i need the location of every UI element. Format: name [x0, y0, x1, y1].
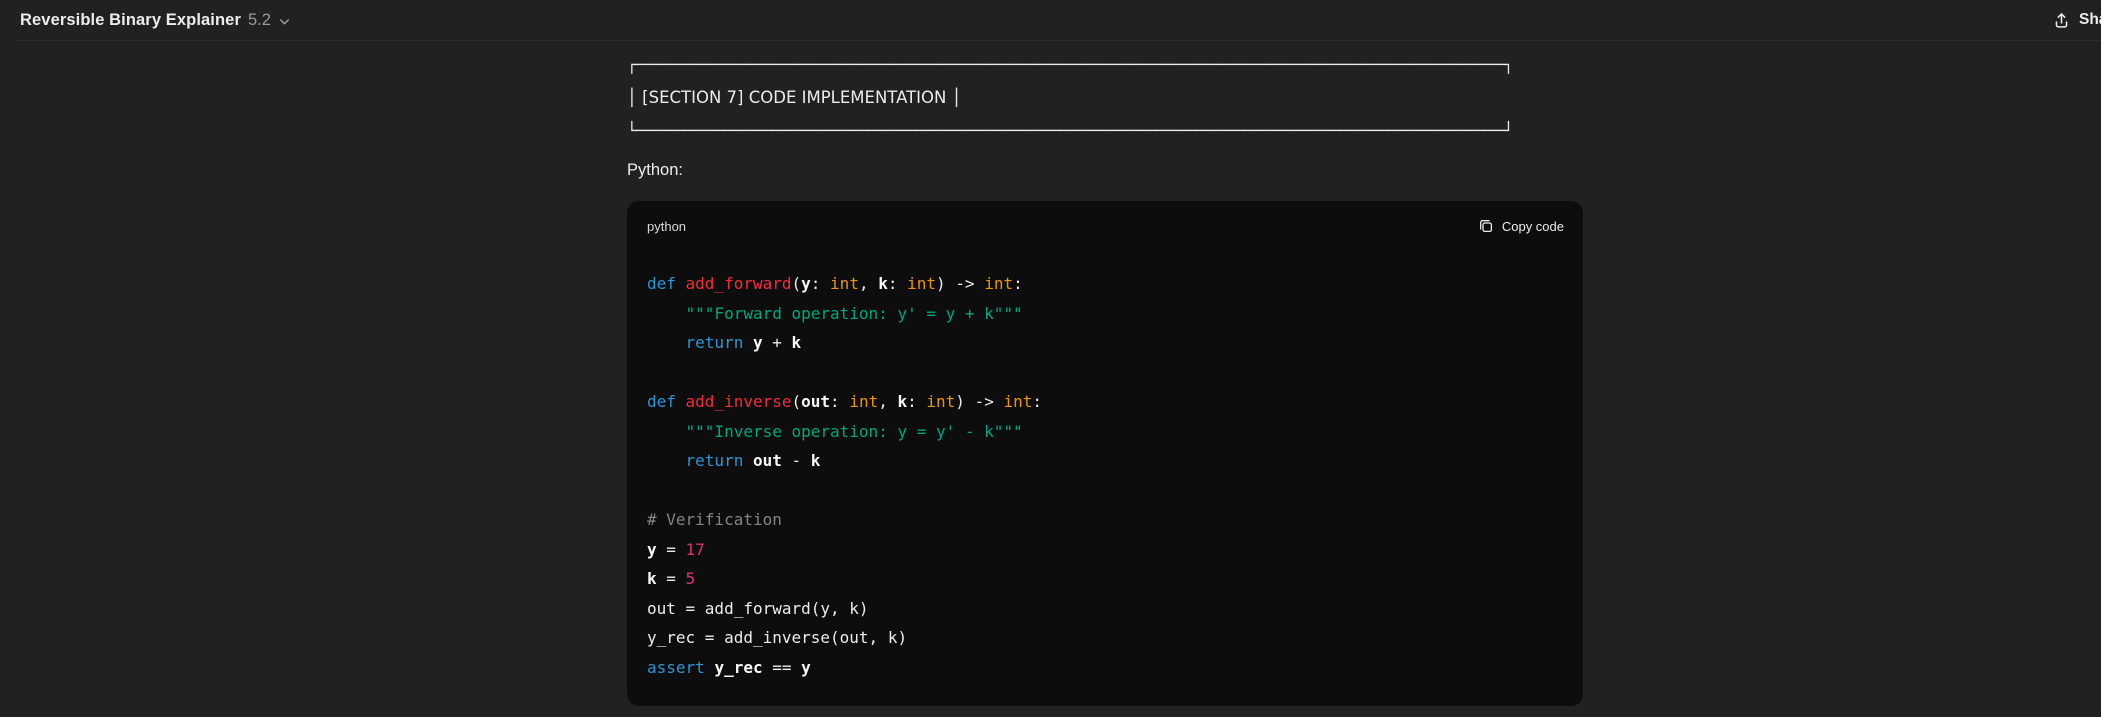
code-token-plb: out [801, 392, 831, 411]
code-token-bi: int [926, 392, 956, 411]
code-line: """Forward operation: y' = y + k""" [647, 299, 1563, 329]
code-token-pl: - [781, 451, 811, 470]
code-token-pl: , [858, 274, 879, 293]
section-title: │ [SECTION 7] CODE IMPLEMENTATION │ [627, 88, 962, 107]
code-token-str: """Inverse operation: y = y' - k""" [685, 421, 1023, 441]
code-token-plb: k [897, 392, 908, 411]
assistant-message: ┌───────────────────────────────────────… [0, 48, 2101, 706]
code-token-str: """Forward operation: y' = y + k""" [685, 303, 1023, 323]
app-title: Reversible Binary Explainer [20, 11, 241, 29]
code-token-pl: = [656, 539, 686, 559]
code-token-bi: int [984, 274, 1014, 293]
code-token-pl: : [810, 274, 831, 293]
code-token-pl: ) -> [936, 274, 985, 293]
code-block: python Copy code def add_forward(y: int,… [627, 201, 1583, 706]
code-token-plb: y_rec [714, 657, 763, 677]
copy-icon [1479, 220, 1492, 233]
code-token-pl: : [907, 392, 927, 411]
code-token-pl: = [656, 569, 686, 588]
box-top-line: ┌───────────────────────────────────────… [627, 55, 1514, 74]
code-token-plb: y [752, 333, 763, 352]
code-token-pl: == [762, 657, 802, 677]
code-token-pl: ( [791, 274, 802, 293]
code-token-plb: k [647, 569, 657, 588]
code-token-kw: assert [647, 657, 705, 677]
share-label: Share [2079, 11, 2101, 28]
code-token-kw: return [685, 333, 744, 352]
code-token-pl: ( [791, 392, 802, 411]
code-content: def add_forward(y: int, k: int) -> int: … [627, 251, 1583, 706]
code-line: y_rec = add_inverse(out, k) [647, 623, 1563, 653]
code-line: out = add_forward(y, k) [647, 594, 1563, 624]
code-token-plb: out [752, 451, 782, 470]
code-token-pl: y_rec = add_inverse(out, k) [647, 628, 908, 647]
code-token-pl: out = add_forward(y, k) [647, 598, 869, 618]
code-token-fn: add_inverse [685, 392, 792, 411]
code-token-bi: int [907, 274, 937, 293]
box-bottom-line: └───────────────────────────────────────… [627, 121, 1514, 140]
code-token-pl: ) -> [955, 392, 1004, 411]
code-token-plb: y [801, 274, 811, 293]
language-intro: Python: [627, 161, 683, 179]
share-icon [2055, 12, 2068, 28]
code-line: assert y_rec == y [647, 653, 1563, 683]
copy-code-label: Copy code [1501, 218, 1564, 234]
code-token-kw: def [647, 274, 686, 293]
code-token-pl: : [1013, 274, 1023, 293]
code-token-kw: def [647, 392, 686, 411]
conversation-title-menu[interactable]: Reversible Binary Explainer 5.2 [20, 0, 291, 41]
section-header-box: ┌───────────────────────────────────────… [627, 48, 1513, 147]
code-block-header: python Copy code [627, 201, 1583, 251]
code-line: return out - k [647, 446, 1563, 476]
top-bar: Reversible Binary Explainer 5.2 Share [0, 0, 2101, 41]
app-version: 5.2 [247, 11, 271, 29]
code-line: """Inverse operation: y = y' - k""" [647, 417, 1563, 447]
code-token-bi: int [830, 274, 859, 293]
code-line: def add_forward(y: int, k: int) -> int: [647, 269, 1563, 299]
copy-code-button[interactable]: Copy code [1478, 218, 1564, 234]
code-token-num: 17 [685, 539, 705, 559]
code-token-bi: int [1003, 392, 1033, 411]
code-token-plb: k [810, 451, 821, 470]
code-token-plb: y [801, 657, 811, 677]
code-token-plb: k [878, 274, 888, 293]
code-token-pl: : [887, 274, 908, 293]
code-token-plb: k [791, 333, 802, 352]
code-token-pl: : [830, 392, 850, 411]
code-token-pl: : [1032, 392, 1043, 411]
share-button[interactable]: Share [2052, 5, 2101, 35]
code-token-pl: , [878, 392, 898, 411]
code-token-fn: add_forward [685, 274, 792, 293]
code-token-pl: + [762, 333, 792, 352]
code-token-bi: int [849, 392, 879, 411]
code-token-kw: return [685, 451, 744, 470]
code-line: y = 17 [647, 535, 1563, 565]
code-line: def add_inverse(out: int, k: int) -> int… [647, 387, 1563, 417]
code-line: # Verification [647, 505, 1563, 535]
code-language-label: python [647, 218, 687, 234]
code-line: k = 5 [647, 564, 1563, 594]
code-token-num: 5 [685, 569, 696, 588]
code-line: return y + k [647, 328, 1563, 358]
code-token-plb: y [647, 539, 657, 559]
code-token-com: # Verification [647, 510, 782, 529]
chevron-down-icon [279, 19, 289, 25]
